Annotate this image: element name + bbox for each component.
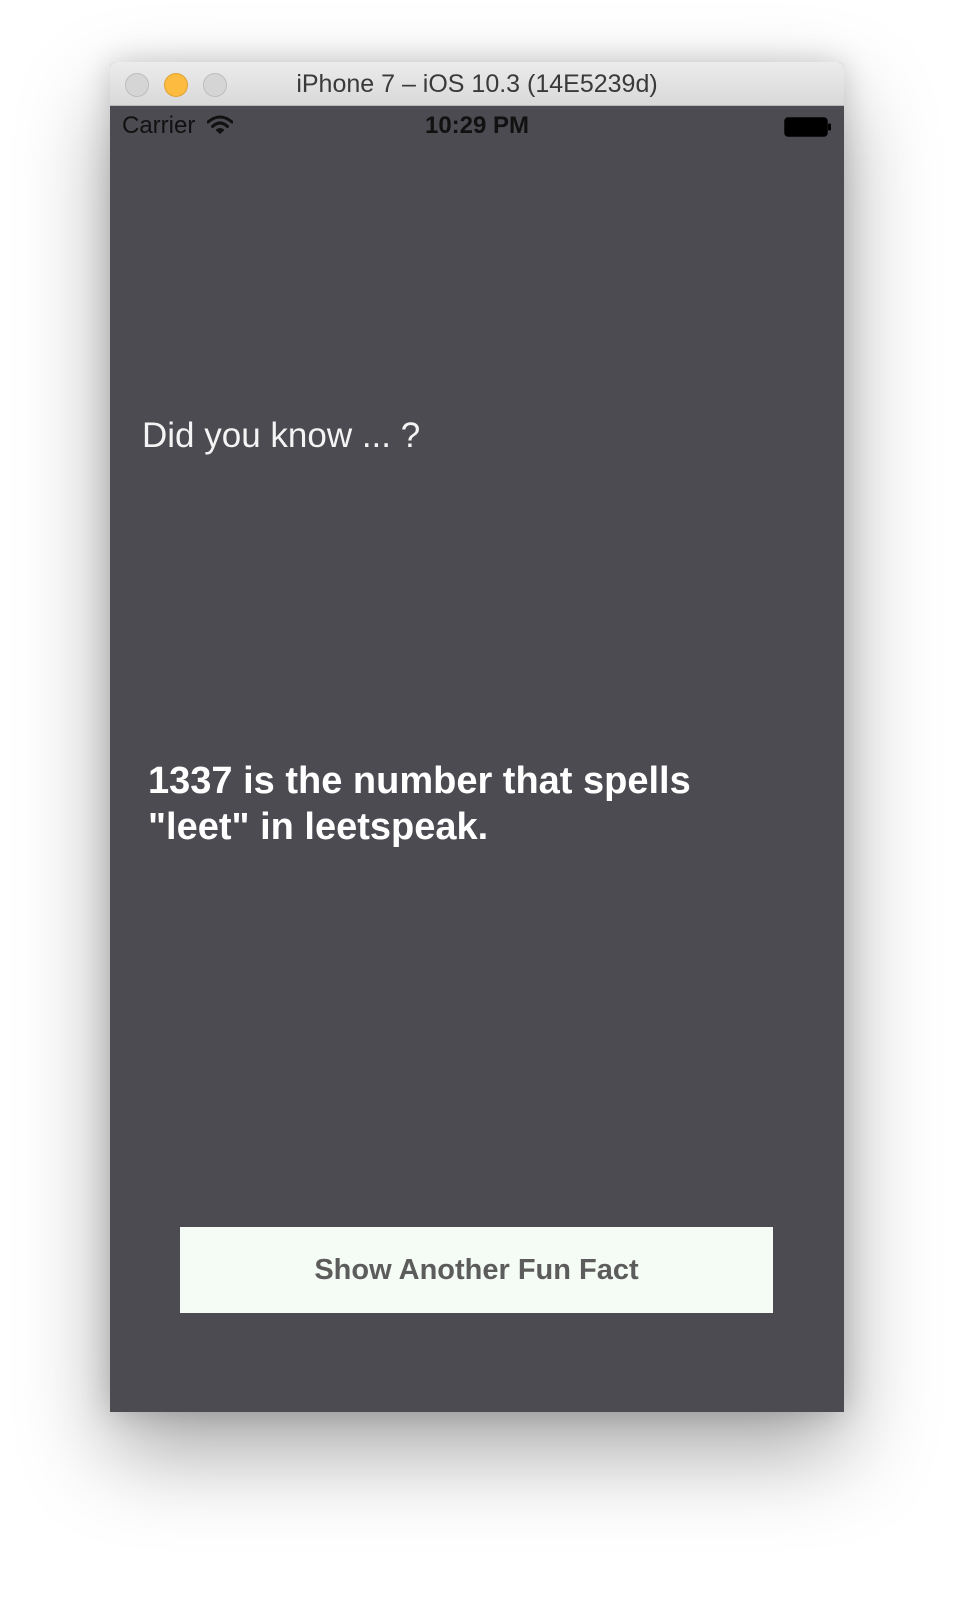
status-time: 10:29 PM: [424, 112, 530, 139]
window-title: iPhone 7 – iOS 10.3 (14E5239d): [296, 70, 658, 98]
fun-fact-line: 1337 is the number that spells: [148, 760, 691, 802]
fun-fact-text: 1337 is the number that spells "leet" in…: [148, 758, 768, 850]
simulator-window: iPhone 7 – iOS 10.3 (14E5239d) Carrier 1…: [110, 62, 844, 1412]
status-bar: Carrier 10:29 PM: [110, 106, 844, 146]
show-another-fun-fact-button[interactable]: Show Another Fun Fact: [180, 1227, 773, 1313]
did-you-know-label: Did you know ... ?: [142, 416, 421, 455]
battery-icon: [784, 117, 831, 137]
fun-fact-line: "leet" in leetspeak.: [148, 806, 489, 848]
window-titlebar[interactable]: iPhone 7 – iOS 10.3 (14E5239d): [110, 62, 844, 106]
phone-screen: Carrier 10:29 PM Did you know ... ? 1337…: [110, 106, 844, 1412]
